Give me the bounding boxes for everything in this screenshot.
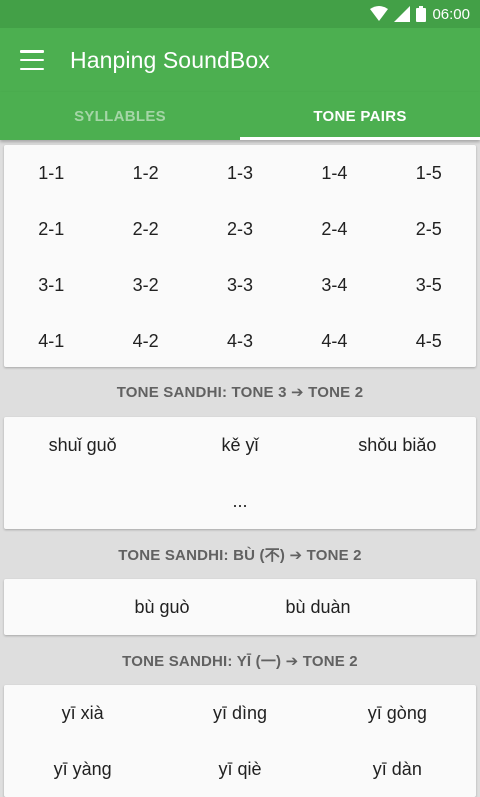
word-item[interactable]: yī dìng xyxy=(161,685,318,741)
bu-sandhi-card: bù guò bù duàn xyxy=(4,579,476,635)
word-item[interactable]: kě yǐ xyxy=(161,417,318,473)
word-item[interactable]: shǒu biǎo xyxy=(319,417,476,473)
word-item[interactable]: bù guò xyxy=(84,579,240,635)
battery-icon xyxy=(416,6,427,22)
word-item[interactable]: yī yàng xyxy=(4,741,161,797)
wifi-icon xyxy=(370,6,389,21)
tab-tone-pairs[interactable]: TONE PAIRS xyxy=(240,92,480,140)
tone-pair-cell[interactable]: 4-5 xyxy=(382,313,476,369)
tone-pair-cell[interactable]: 3-3 xyxy=(193,257,287,313)
tone-pair-cell[interactable]: 2-2 xyxy=(98,201,192,257)
word-item[interactable]: yī xià xyxy=(4,685,161,741)
word-item[interactable]: bù duàn xyxy=(240,579,396,635)
more-ellipsis[interactable]: ... xyxy=(4,473,476,529)
yi-sandhi-card: yī xià yī dìng yī gòng yī yàng yī qiè yī… xyxy=(4,685,476,797)
status-bar: 06:00 xyxy=(0,0,480,28)
tone-pair-cell[interactable]: 1-4 xyxy=(287,145,381,201)
tone-pair-cell[interactable]: 2-1 xyxy=(4,201,98,257)
section-title-bu: TONE SANDHI: BÙ (不) ➔ TONE 2 xyxy=(118,546,362,564)
status-time: 06:00 xyxy=(432,5,470,23)
tone-pair-cell[interactable]: 1-2 xyxy=(98,145,192,201)
word-item[interactable]: shuǐ guǒ xyxy=(4,417,161,473)
tone-pair-cell[interactable]: 3-5 xyxy=(382,257,476,313)
word-item[interactable]: yī gòng xyxy=(319,685,476,741)
menu-icon[interactable] xyxy=(20,50,44,70)
tone-pair-cell[interactable]: 4-3 xyxy=(193,313,287,369)
cellular-signal-icon xyxy=(394,6,411,22)
section-title-yi: TONE SANDHI: YĪ (一) ➔ TONE 2 xyxy=(122,652,358,670)
tone-pair-cell[interactable]: 2-5 xyxy=(382,201,476,257)
tone-pair-cell[interactable]: 3-1 xyxy=(4,257,98,313)
tone-pair-cell[interactable]: 3-4 xyxy=(287,257,381,313)
tone-pair-cell[interactable]: 4-1 xyxy=(4,313,98,369)
tone-pair-cell[interactable]: 4-2 xyxy=(98,313,192,369)
tone-pair-cell[interactable]: 3-2 xyxy=(98,257,192,313)
app-title: Hanping SoundBox xyxy=(70,46,270,73)
content: 1-1 1-2 1-3 1-4 1-5 2-1 2-2 2-3 2-4 2-5 … xyxy=(0,140,480,797)
app-bar: Hanping SoundBox xyxy=(0,28,480,92)
tone3-sandhi-card: shuǐ guǒ kě yǐ shǒu biǎo ... xyxy=(4,417,476,529)
word-item[interactable]: yī dàn xyxy=(319,741,476,797)
tab-syllables[interactable]: SYLLABLES xyxy=(0,92,240,140)
tone-pairs-grid: 1-1 1-2 1-3 1-4 1-5 2-1 2-2 2-3 2-4 2-5 … xyxy=(4,145,476,367)
tone-pair-cell[interactable]: 1-3 xyxy=(193,145,287,201)
tone-pair-cell[interactable]: 1-1 xyxy=(4,145,98,201)
tone-pair-cell[interactable]: 2-4 xyxy=(287,201,381,257)
tone-pair-cell[interactable]: 2-3 xyxy=(193,201,287,257)
tone-pair-cell[interactable]: 4-4 xyxy=(287,313,381,369)
section-title-tone3: TONE SANDHI: TONE 3 ➔ TONE 2 xyxy=(116,384,364,401)
word-item[interactable]: yī qiè xyxy=(161,741,318,797)
tab-bar: SYLLABLES TONE PAIRS xyxy=(0,92,480,140)
tone-pair-cell[interactable]: 1-5 xyxy=(382,145,476,201)
